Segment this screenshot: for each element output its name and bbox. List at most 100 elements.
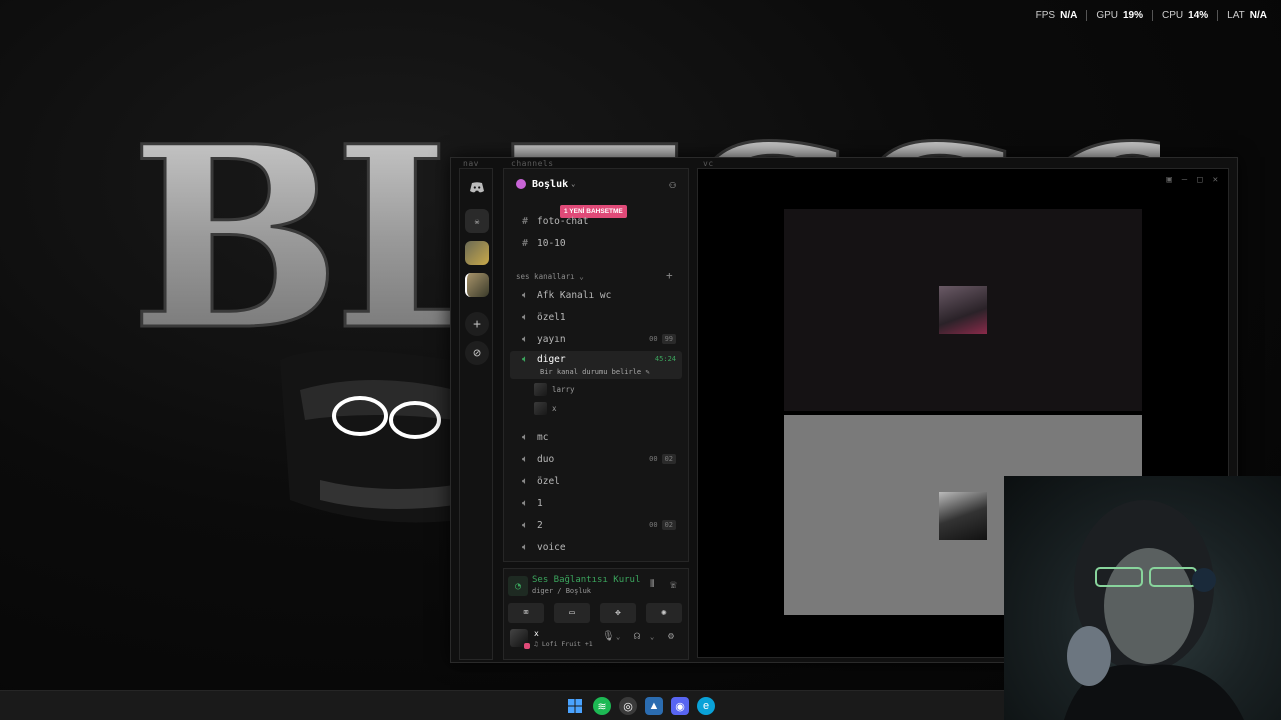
channel-label: Afk Kanalı wc <box>537 289 612 301</box>
desktop: BLESSOSS FPSN/A GPU19% CPU14% LATN/A nav… <box>0 0 1281 720</box>
voice-channel[interactable]: 🔈︎ mc <box>510 427 682 447</box>
voice-channel[interactable]: 🔈︎ özel <box>510 471 682 491</box>
speaker-icon: 🔈︎ <box>522 431 528 443</box>
voice-channel[interactable]: 🔈︎ özel1 <box>510 307 682 327</box>
channel-list: Boşluk ⌄ ⚇ 1 YENİ BAHSETME # foto-chat #1… <box>503 168 689 562</box>
channel-label: 1 <box>537 497 543 509</box>
windows-icon[interactable] <box>566 697 584 715</box>
voice-connection-status: ◔ Ses Bağlantısı Kurul diger / Boşluk ⦀ … <box>508 575 684 597</box>
user-panel: ◔ Ses Bağlantısı Kurul diger / Boşluk ⦀ … <box>503 568 689 660</box>
channel-label: foto-chat <box>537 215 589 227</box>
user-limit-counter: 00 02 <box>649 454 676 464</box>
speaker-icon: 🔈︎ <box>522 541 528 553</box>
speaker-icon: 🔈︎ <box>522 519 528 531</box>
settings-gear-icon[interactable]: ⚙ <box>668 631 674 642</box>
voice-category-header[interactable]: ses kanalları ⌄ <box>516 272 584 281</box>
voice-channel[interactable]: 🔈︎ yayın 00 99 <box>510 329 682 349</box>
discord-home-icon[interactable] <box>465 175 489 199</box>
disconnect-icon[interactable]: ☏ <box>670 578 677 591</box>
user-limit: 99 <box>661 334 676 344</box>
category-label: ses kanalları <box>516 272 575 281</box>
discover-compass-icon[interactable]: ⊘ <box>465 341 489 365</box>
performance-overlay: FPS N/A GPU 19% CPU 14% LAT N/A <box>1027 10 1267 21</box>
text-channel-foto-chat[interactable]: # foto-chat <box>510 211 682 231</box>
call-timer: 45:24 <box>654 355 676 363</box>
gpu-value: 19% <box>1123 10 1144 21</box>
taskbar: ≋ ◎ ▲ ◉ e <box>0 690 1004 720</box>
user-limit-counter: 00 02 <box>649 520 676 530</box>
avatar <box>534 402 547 415</box>
current-user[interactable]: x ♫ Lofi Fruit +1 <box>510 629 593 649</box>
voice-member[interactable]: x <box>534 402 557 415</box>
add-member-icon[interactable]: ⚇ <box>669 178 676 191</box>
headphones-icon[interactable]: ☊ <box>634 631 640 642</box>
spotify-icon[interactable]: ≋ <box>593 697 611 715</box>
noise-suppression-icon[interactable]: ⦀ <box>650 579 654 590</box>
voice-channel[interactable]: 🔈︎ voice <box>510 537 682 557</box>
vc-section-label: vc <box>703 159 714 168</box>
user-limit: 02 <box>661 454 676 464</box>
server-icon-boşluk[interactable] <box>465 273 489 297</box>
voice-member[interactable]: larry <box>534 383 575 396</box>
server-icon-2[interactable] <box>465 241 489 265</box>
channel-label: özel <box>537 475 560 487</box>
chevron-down-icon[interactable]: ⌄ <box>650 633 654 641</box>
chrome-icon[interactable]: ◎ <box>619 697 637 715</box>
voice-channel[interactable]: 🔈︎ duo 00 02 <box>510 449 682 469</box>
server-header[interactable]: Boşluk ⌄ ⚇ <box>504 169 688 199</box>
channel-label: 10-10 <box>537 237 566 249</box>
participant-tile[interactable] <box>784 209 1142 411</box>
vc-window-controls: ▣ — □ ✕ <box>1166 175 1218 185</box>
voice-channel[interactable]: 🔈︎ 1 <box>510 493 682 513</box>
photos-icon[interactable]: ▲ <box>645 697 663 715</box>
channel-status-prompt[interactable]: Bir kanal durumu belirle ✎ <box>540 368 650 376</box>
server-icon-1[interactable]: ☠ <box>465 209 489 233</box>
add-channel-icon[interactable]: + <box>666 269 673 282</box>
add-server-icon[interactable]: + <box>465 312 489 336</box>
voice-channel-active[interactable]: 🔈︎ diger 45:24 Bir kanal durumu belirle … <box>510 351 682 379</box>
speaker-icon: 🔈︎ <box>522 289 528 301</box>
activities-button[interactable]: ✥ <box>600 603 636 623</box>
chevron-down-icon: ⌄ <box>571 180 576 188</box>
voice-channel[interactable]: 🔈︎ Afk Kanalı wc <box>510 285 682 305</box>
text-channel-10-10[interactable]: #10-10 <box>510 233 682 253</box>
signal-icon[interactable]: ◔ <box>508 576 528 596</box>
user-count: 00 <box>649 335 658 343</box>
gpu-stat: GPU 19% <box>1087 10 1154 21</box>
fps-value: N/A <box>1060 10 1078 21</box>
voice-channel[interactable]: 🔈︎ 2 00 02 <box>510 515 682 535</box>
popout-icon[interactable]: ▣ <box>1166 175 1171 185</box>
camera-off-button[interactable]: ⌧ <box>508 603 544 623</box>
speaker-icon: 🔈︎ <box>522 453 528 465</box>
channel-label: 2 <box>537 519 543 531</box>
lat-value: N/A <box>1249 10 1267 21</box>
chevron-down-icon[interactable]: ⌄ <box>616 633 620 641</box>
speaker-icon: 🔈︎ <box>522 311 528 323</box>
close-icon[interactable]: ✕ <box>1213 175 1218 185</box>
channel-label: voice <box>537 541 566 553</box>
member-name: x <box>552 404 557 413</box>
soundboard-button[interactable]: ✺ <box>646 603 682 623</box>
hashtag-icon: # <box>521 215 529 227</box>
microphone-icon[interactable]: 🎙︎ <box>602 631 615 642</box>
avatar <box>534 383 547 396</box>
cpu-label: CPU <box>1162 10 1184 21</box>
voice-connection-subtitle[interactable]: diger / Boşluk <box>532 587 591 595</box>
edge-icon[interactable]: e <box>697 697 715 715</box>
cpu-value: 14% <box>1188 10 1209 21</box>
screen-share-button[interactable]: ▭ <box>554 603 590 623</box>
server-name: Boşluk <box>532 178 569 190</box>
member-name: larry <box>552 385 575 394</box>
car-artwork <box>280 350 460 523</box>
lat-stat: LAT N/A <box>1218 10 1267 21</box>
channels-section-label: channels <box>511 159 554 168</box>
maximize-icon[interactable]: □ <box>1197 175 1202 185</box>
minimize-icon[interactable]: — <box>1182 175 1187 185</box>
discord-icon[interactable]: ◉ <box>671 697 689 715</box>
webcam-overlay <box>1004 476 1281 720</box>
server-icon <box>516 179 526 189</box>
voice-connection-title: Ses Bağlantısı Kurul <box>532 575 641 585</box>
cpu-stat: CPU 14% <box>1153 10 1219 21</box>
participant-avatar <box>939 286 987 334</box>
hashtag-icon: # <box>521 237 529 249</box>
